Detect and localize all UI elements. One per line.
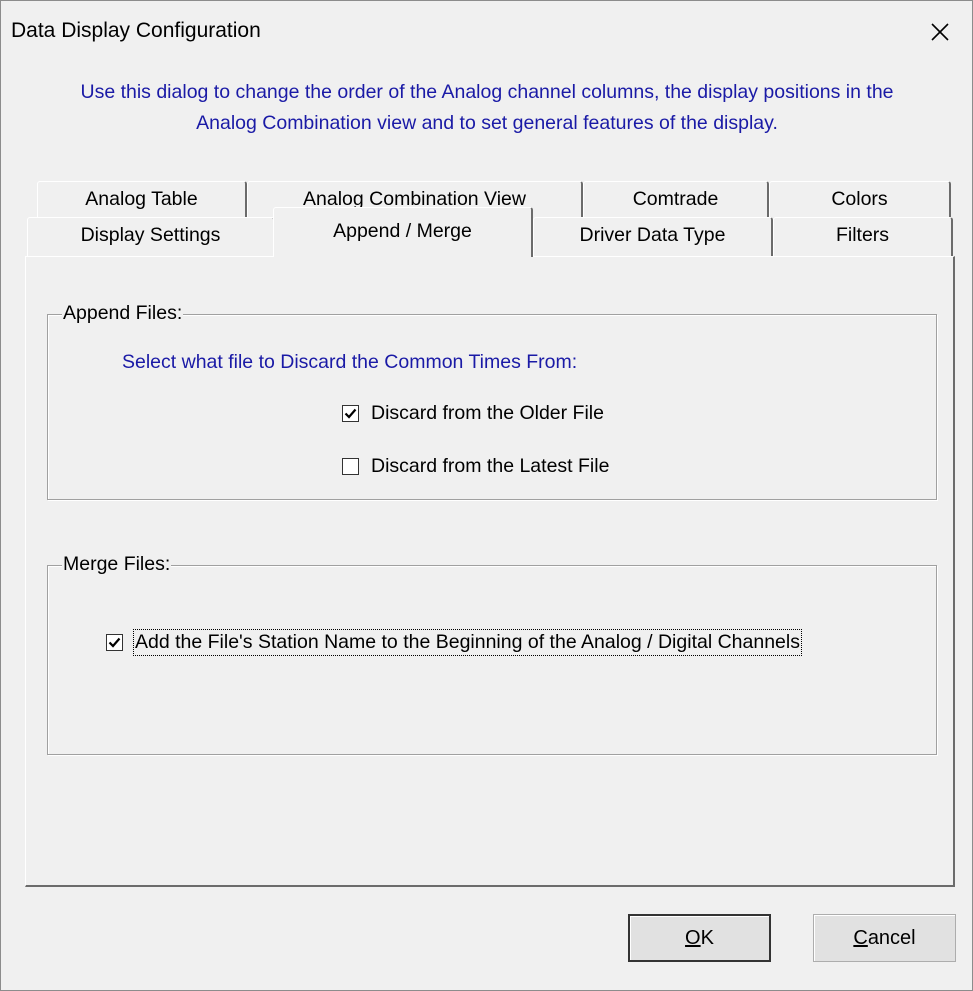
check-icon [344,408,357,419]
cancel-mnemonic: C [853,926,868,949]
tab-append-merge[interactable]: Append / Merge [273,207,533,257]
tab-colors[interactable]: Colors [769,181,951,219]
tab-label: Display Settings [80,224,221,246]
tab-driver-data-type[interactable]: Driver Data Type [533,217,773,257]
merge-files-legend: Merge Files: [62,553,172,576]
add-station-name-checkbox[interactable]: Add the File's Station Name to the Begin… [106,629,802,656]
tab-label: Driver Data Type [579,224,726,246]
checkbox-box[interactable] [106,634,123,651]
tab-analog-table[interactable]: Analog Table [37,181,247,219]
window-title: Data Display Configuration [11,19,261,42]
ok-button[interactable]: OK [628,914,771,962]
append-files-legend: Append Files: [62,302,184,325]
tab-label: Analog Table [85,188,198,210]
append-merge-panel: Append Files: Select what file to Discar… [25,256,955,887]
cancel-label-rest: ancel [867,926,916,949]
tab-label: Colors [831,188,888,210]
data-display-configuration-dialog: Data Display Configuration Use this dial… [0,0,973,991]
check-icon [108,637,121,648]
tab-display-settings[interactable]: Display Settings [27,217,275,257]
ok-mnemonic: O [685,926,701,949]
description-line-2: Analog Combination view and to set gener… [196,112,778,134]
dialog-description: Use this dialog to change the order of t… [31,77,943,139]
tab-filters[interactable]: Filters [773,217,953,257]
close-button[interactable] [908,1,972,63]
tab-comtrade[interactable]: Comtrade [583,181,769,219]
checkbox-box[interactable] [342,458,359,475]
ok-label-rest: K [700,926,714,949]
cancel-button[interactable]: Cancel [813,914,956,962]
tab-label: Comtrade [632,188,719,210]
tab-label: Filters [835,224,890,246]
discard-latest-file-label[interactable]: Discard from the Latest File [371,455,609,478]
description-line-1: Use this dialog to change the order of t… [80,81,894,103]
discard-older-file-checkbox[interactable]: Discard from the Older File [342,402,604,425]
add-station-name-label[interactable]: Add the File's Station Name to the Begin… [133,629,802,656]
close-icon [931,23,949,41]
title-bar: Data Display Configuration [1,1,972,63]
append-files-group: Append Files: Select what file to Discar… [47,302,937,500]
discard-hint-text: Select what file to Discard the Common T… [122,351,578,373]
discard-latest-file-checkbox[interactable]: Discard from the Latest File [342,455,609,478]
discard-older-file-label[interactable]: Discard from the Older File [371,402,604,425]
tab-label: Append / Merge [333,220,472,242]
checkbox-box[interactable] [342,405,359,422]
merge-files-group: Merge Files: Add the File's Station Name… [47,553,937,755]
